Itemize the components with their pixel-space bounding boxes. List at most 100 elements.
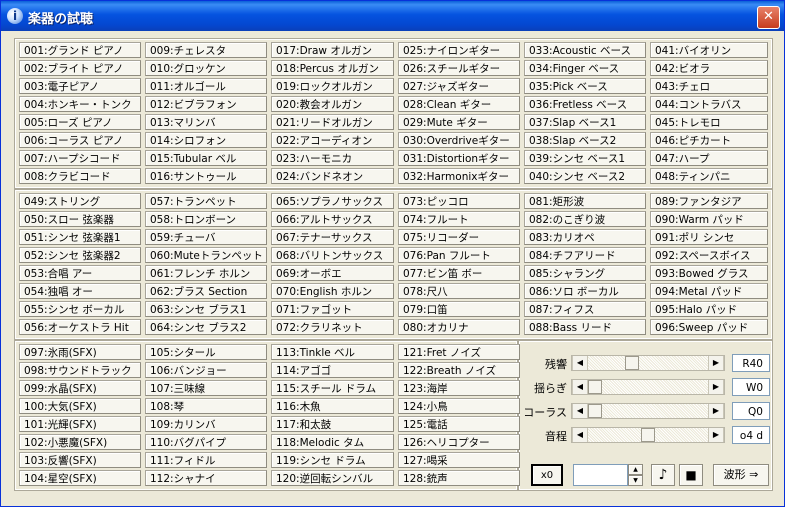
instrument-button[interactable]: 030:Overdriveギター — [398, 132, 520, 148]
instrument-button[interactable]: 032:Harmonixギター — [398, 168, 520, 184]
instrument-button[interactable]: 093:Bowed グラス — [650, 265, 768, 281]
instrument-button[interactable]: 039:シンセ ベース1 — [524, 150, 646, 166]
instrument-button[interactable]: 120:逆回転シンバル — [271, 470, 394, 486]
instrument-button[interactable]: 114:アゴゴ — [271, 362, 394, 378]
instrument-button[interactable]: 097:氷雨(SFX) — [19, 344, 141, 360]
instrument-button[interactable]: 021:リードオルガン — [271, 114, 394, 130]
instrument-button[interactable]: 066:アルトサックス — [271, 211, 394, 227]
spin-value-field[interactable] — [573, 464, 628, 486]
instrument-button[interactable]: 044:コントラバス — [650, 96, 768, 112]
instrument-button[interactable]: 076:Pan フルート — [398, 247, 520, 263]
instrument-button[interactable]: 128:銃声 — [398, 470, 520, 486]
instrument-button[interactable]: 095:Halo パッド — [650, 301, 768, 317]
instrument-button[interactable]: 104:星空(SFX) — [19, 470, 141, 486]
instrument-button[interactable]: 051:シンセ 弦楽器1 — [19, 229, 141, 245]
instrument-button[interactable]: 118:Melodic タム — [271, 434, 394, 450]
instrument-button[interactable]: 077:ビン笛 ボー — [398, 265, 520, 281]
instrument-button[interactable]: 082:のこぎり波 — [524, 211, 646, 227]
instrument-button[interactable]: 006:コーラス ピアノ — [19, 132, 141, 148]
instrument-button[interactable]: 078:尺八 — [398, 283, 520, 299]
instrument-button[interactable]: 061:フレンチ ホルン — [145, 265, 267, 281]
instrument-button[interactable]: 016:サントゥール — [145, 168, 267, 184]
instrument-button[interactable]: 100:大気(SFX) — [19, 398, 141, 414]
instrument-button[interactable]: 034:Finger ベース — [524, 60, 646, 76]
instrument-button[interactable]: 002:ブライト ピアノ — [19, 60, 141, 76]
instrument-button[interactable]: 040:シンセ ベース2 — [524, 168, 646, 184]
instrument-button[interactable]: 115:スチール ドラム — [271, 380, 394, 396]
close-button[interactable]: ✕ — [757, 6, 780, 29]
slider-track[interactable]: ◀ ▶ — [571, 379, 725, 395]
instrument-button[interactable]: 031:Distortionギター — [398, 150, 520, 166]
instrument-button[interactable]: 092:スペースボイス — [650, 247, 768, 263]
instrument-button[interactable]: 054:独唱 オー — [19, 283, 141, 299]
instrument-button[interactable]: 081:矩形波 — [524, 193, 646, 209]
instrument-button[interactable]: 117:和太鼓 — [271, 416, 394, 432]
instrument-button[interactable]: 046:ピチカート — [650, 132, 768, 148]
instrument-button[interactable]: 123:海岸 — [398, 380, 520, 396]
instrument-button[interactable]: 048:ティンパニ — [650, 168, 768, 184]
instrument-button[interactable]: 058:トロンボーン — [145, 211, 267, 227]
slider-left-arrow-icon[interactable]: ◀ — [572, 404, 588, 418]
instrument-button[interactable]: 022:アコーディオン — [271, 132, 394, 148]
instrument-button[interactable]: 074:フルート — [398, 211, 520, 227]
instrument-button[interactable]: 017:Draw オルガン — [271, 42, 394, 58]
instrument-button[interactable]: 085:シャラング — [524, 265, 646, 281]
instrument-button[interactable]: 036:Fretless ベース — [524, 96, 646, 112]
instrument-button[interactable]: 098:サウンドトラック — [19, 362, 141, 378]
instrument-button[interactable]: 102:小悪魔(SFX) — [19, 434, 141, 450]
instrument-button[interactable]: 003:電子ピアノ — [19, 78, 141, 94]
instrument-button[interactable]: 069:オーボエ — [271, 265, 394, 281]
slider-thumb[interactable] — [625, 356, 639, 370]
instrument-button[interactable]: 055:シンセ ボーカル — [19, 301, 141, 317]
instrument-button[interactable]: 033:Acoustic ベース — [524, 42, 646, 58]
instrument-button[interactable]: 056:オーケストラ Hit — [19, 319, 141, 335]
slider-right-arrow-icon[interactable]: ▶ — [708, 404, 724, 418]
instrument-button[interactable]: 004:ホンキー・トンク — [19, 96, 141, 112]
slider-right-arrow-icon[interactable]: ▶ — [708, 356, 724, 370]
instrument-button[interactable]: 013:マリンバ — [145, 114, 267, 130]
slider-track[interactable]: ◀ ▶ — [571, 403, 725, 419]
instrument-button[interactable]: 122:Breath ノイズ — [398, 362, 520, 378]
spin-down-button[interactable]: ▼ — [628, 475, 643, 486]
slider-value-field[interactable]: o4 d — [732, 426, 770, 444]
instrument-button[interactable]: 116:木魚 — [271, 398, 394, 414]
instrument-button[interactable]: 068:バリトンサックス — [271, 247, 394, 263]
instrument-button[interactable]: 053:合唱 アー — [19, 265, 141, 281]
instrument-button[interactable]: 125:電話 — [398, 416, 520, 432]
instrument-button[interactable]: 009:チェレスタ — [145, 42, 267, 58]
instrument-button[interactable]: 026:スチールギター — [398, 60, 520, 76]
slider-left-arrow-icon[interactable]: ◀ — [572, 428, 588, 442]
instrument-button[interactable]: 127:喝采 — [398, 452, 520, 468]
slider-track[interactable]: ◀ ▶ — [571, 355, 725, 371]
instrument-button[interactable]: 112:シャナイ — [145, 470, 267, 486]
instrument-button[interactable]: 019:ロックオルガン — [271, 78, 394, 94]
instrument-button[interactable]: 103:反響(SFX) — [19, 452, 141, 468]
instrument-button[interactable]: 091:ポリ シンセ — [650, 229, 768, 245]
instrument-button[interactable]: 126:ヘリコプター — [398, 434, 520, 450]
instrument-button[interactable]: 024:バンドネオン — [271, 168, 394, 184]
instrument-button[interactable]: 094:Metal パッド — [650, 283, 768, 299]
instrument-button[interactable]: 015:Tubular ベル — [145, 150, 267, 166]
instrument-button[interactable]: 037:Slap ベース1 — [524, 114, 646, 130]
instrument-button[interactable]: 041:バイオリン — [650, 42, 768, 58]
slider-left-arrow-icon[interactable]: ◀ — [572, 380, 588, 394]
instrument-button[interactable]: 073:ピッコロ — [398, 193, 520, 209]
instrument-button[interactable]: 086:ソロ ボーカル — [524, 283, 646, 299]
instrument-button[interactable]: 008:クラビコード — [19, 168, 141, 184]
instrument-button[interactable]: 106:バンジョー — [145, 362, 267, 378]
instrument-button[interactable]: 105:シタール — [145, 344, 267, 360]
instrument-button[interactable]: 099:水晶(SFX) — [19, 380, 141, 396]
instrument-button[interactable]: 067:テナーサックス — [271, 229, 394, 245]
stop-button[interactable]: ■ — [679, 464, 703, 486]
instrument-button[interactable]: 057:トランペット — [145, 193, 267, 209]
instrument-button[interactable]: 020:教会オルガン — [271, 96, 394, 112]
slider-value-field[interactable]: R40 — [732, 354, 770, 372]
slider-right-arrow-icon[interactable]: ▶ — [708, 380, 724, 394]
instrument-button[interactable]: 107:三味線 — [145, 380, 267, 396]
slider-value-field[interactable]: Q0 — [732, 402, 770, 420]
slider-value-field[interactable]: W0 — [732, 378, 770, 396]
instrument-button[interactable]: 119:シンセ ドラム — [271, 452, 394, 468]
instrument-button[interactable]: 090:Warm パッド — [650, 211, 768, 227]
instrument-button[interactable]: 072:クラリネット — [271, 319, 394, 335]
instrument-button[interactable]: 121:Fret ノイズ — [398, 344, 520, 360]
